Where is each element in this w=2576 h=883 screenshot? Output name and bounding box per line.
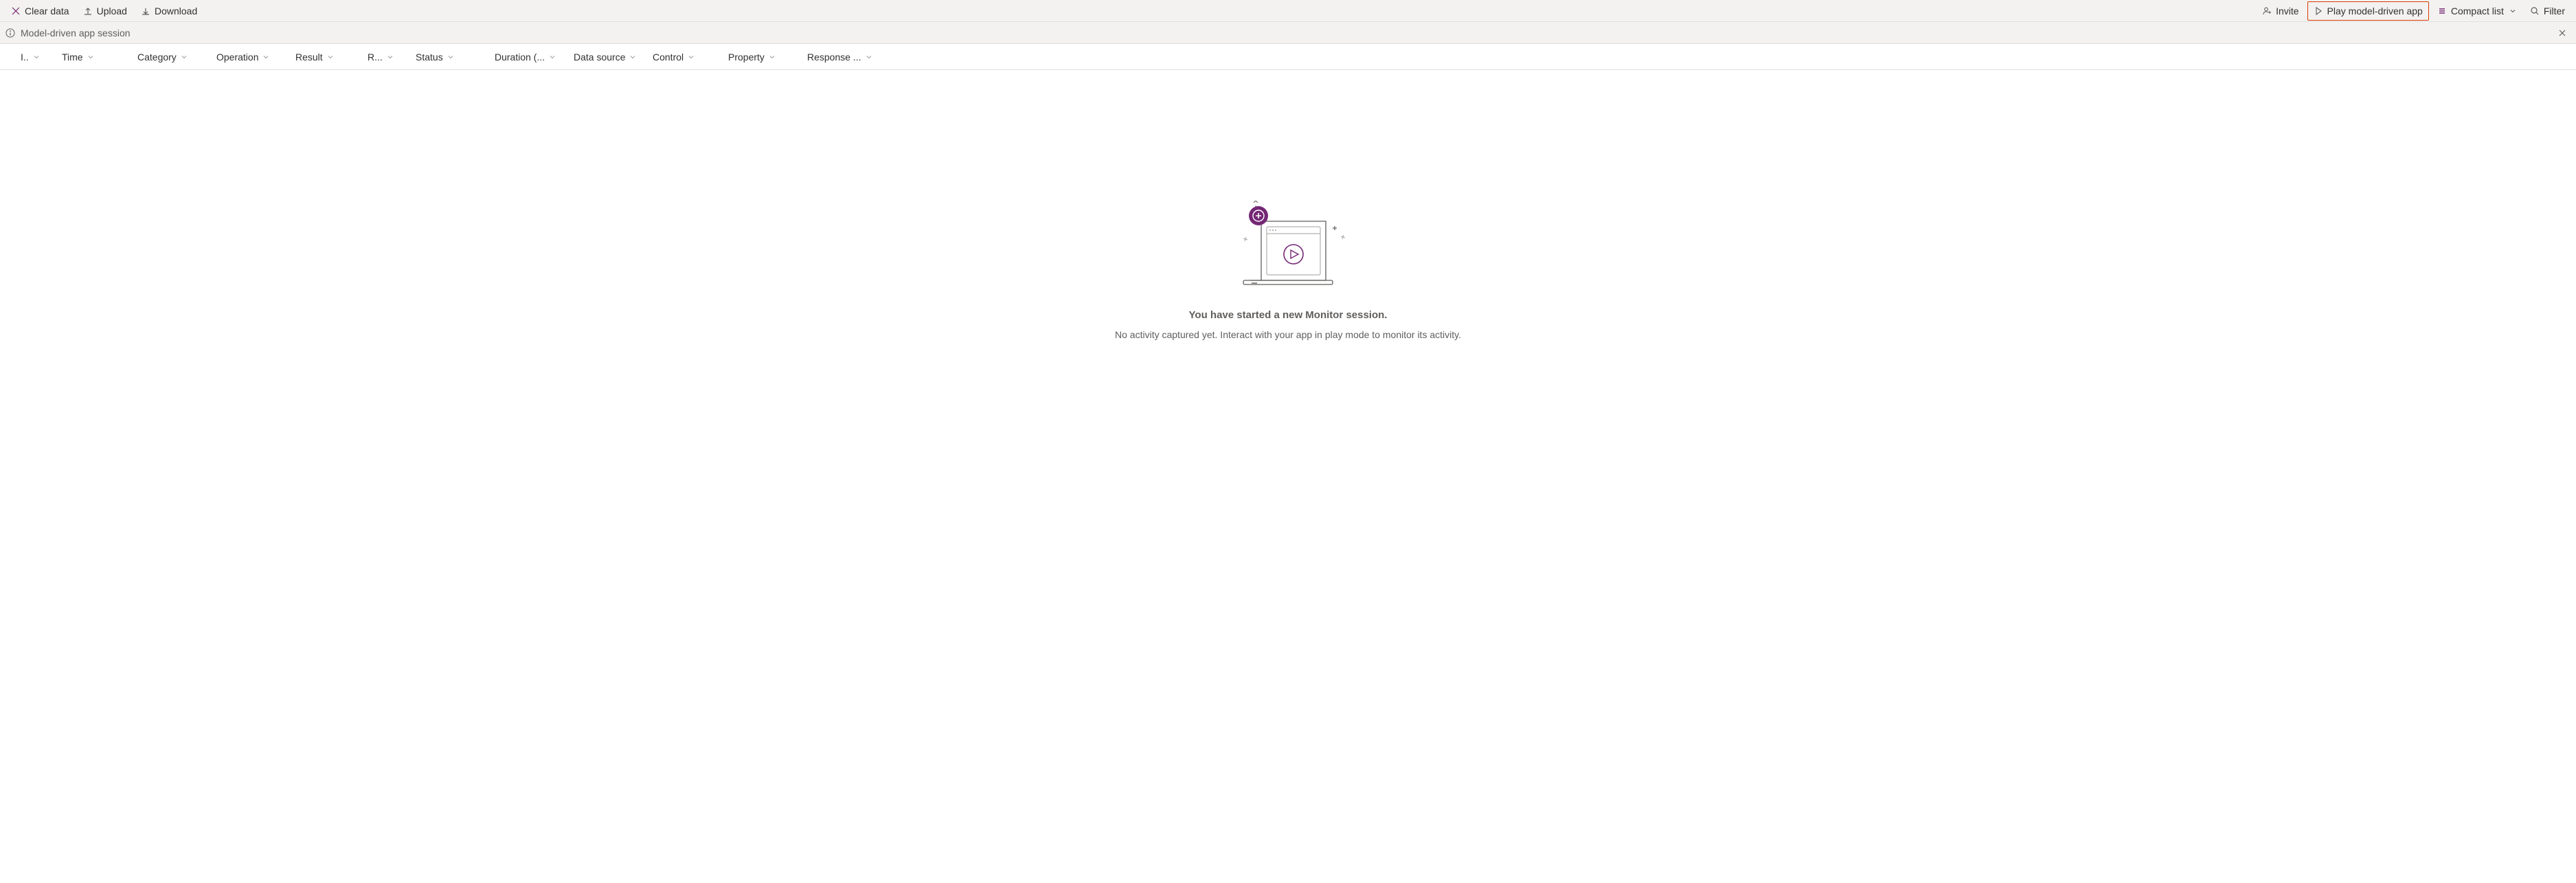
info-icon — [5, 28, 15, 38]
chevron-down-icon — [2509, 8, 2516, 14]
col-label: Result — [295, 52, 323, 63]
chevron-down-icon — [447, 54, 454, 60]
col-control[interactable]: Control — [653, 52, 728, 63]
close-icon — [11, 6, 21, 16]
toolbar-left: Clear data Upload Download — [5, 1, 203, 21]
col-label: Property — [728, 52, 765, 63]
chevron-down-icon — [629, 54, 636, 60]
col-label: Category — [137, 52, 177, 63]
toolbar: Clear data Upload Download Invite Play — [0, 0, 2576, 22]
filter-button[interactable]: Filter — [2524, 1, 2571, 21]
col-status[interactable]: Status — [416, 52, 495, 63]
compact-list-label: Compact list — [2451, 5, 2504, 16]
clear-data-label: Clear data — [25, 5, 69, 16]
person-add-icon — [2262, 6, 2272, 16]
upload-icon — [83, 6, 93, 16]
play-app-button[interactable]: Play model-driven app — [2307, 1, 2429, 21]
col-label: Duration (... — [495, 52, 545, 63]
col-label: I.. — [21, 52, 29, 63]
session-info: Model-driven app session — [5, 27, 131, 38]
col-label: Data source — [574, 52, 625, 63]
col-id[interactable]: I.. — [21, 52, 62, 63]
col-response[interactable]: Response ... — [807, 52, 886, 63]
col-label: Response ... — [807, 52, 861, 63]
empty-state: You have started a new Monitor session. … — [0, 70, 2576, 340]
col-duration[interactable]: Duration (... — [495, 52, 574, 63]
download-label: Download — [155, 5, 197, 16]
compact-list-button[interactable]: Compact list — [2432, 1, 2522, 21]
chevron-down-icon — [688, 54, 694, 60]
session-bar: Model-driven app session — [0, 22, 2576, 44]
col-category[interactable]: Category — [137, 52, 216, 63]
col-label: Status — [416, 52, 443, 63]
chevron-down-icon — [181, 54, 188, 60]
search-icon — [2530, 6, 2540, 16]
table-header: I.. Time Category Operation Result R... … — [0, 44, 2576, 70]
col-label: Control — [653, 52, 683, 63]
col-data-source[interactable]: Data source — [574, 52, 653, 63]
col-label: R... — [368, 52, 383, 63]
toolbar-right: Invite Play model-driven app Compact lis… — [2257, 1, 2571, 21]
col-label: Time — [62, 52, 83, 63]
invite-label: Invite — [2276, 5, 2298, 16]
play-label: Play model-driven app — [2327, 5, 2423, 16]
chevron-down-icon — [866, 54, 872, 60]
chevron-down-icon — [327, 54, 334, 60]
monitor-illustration — [1216, 201, 1360, 297]
chevron-down-icon — [769, 54, 776, 60]
col-property[interactable]: Property — [728, 52, 807, 63]
upload-button[interactable]: Upload — [78, 1, 133, 21]
download-icon — [141, 6, 150, 16]
col-result[interactable]: Result — [295, 52, 368, 63]
col-label: Operation — [216, 52, 258, 63]
filter-label: Filter — [2544, 5, 2565, 16]
chevron-down-icon — [387, 54, 394, 60]
chevron-down-icon — [87, 54, 94, 60]
session-label: Model-driven app session — [21, 27, 131, 38]
col-r-short[interactable]: R... — [368, 52, 416, 63]
upload-label: Upload — [97, 5, 127, 16]
empty-title: You have started a new Monitor session. — [1189, 309, 1388, 321]
download-button[interactable]: Download — [135, 1, 203, 21]
col-operation[interactable]: Operation — [216, 52, 295, 63]
chevron-down-icon — [262, 54, 269, 60]
chevron-down-icon — [549, 54, 556, 60]
invite-button[interactable]: Invite — [2257, 1, 2304, 21]
chevron-down-icon — [33, 54, 40, 60]
clear-data-button[interactable]: Clear data — [5, 1, 75, 21]
col-time[interactable]: Time — [62, 52, 137, 63]
play-icon — [2314, 6, 2323, 16]
session-close-button[interactable] — [2554, 25, 2571, 41]
list-icon — [2437, 6, 2447, 16]
empty-subtitle: No activity captured yet. Interact with … — [1115, 329, 1461, 340]
